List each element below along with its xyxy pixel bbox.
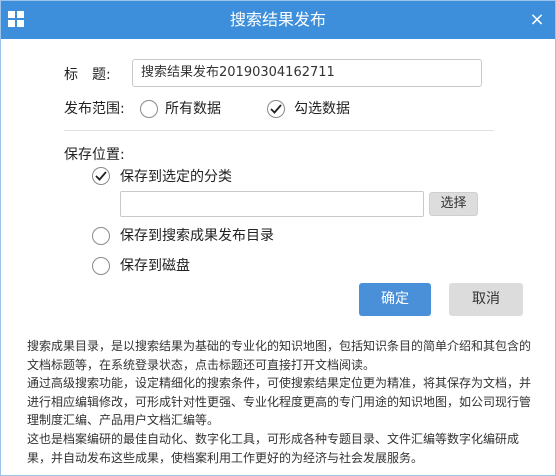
- location-disk-radio[interactable]: [92, 257, 110, 275]
- scope-checked-radio[interactable]: [267, 100, 285, 118]
- location-category-label[interactable]: 保存到选定的分类: [120, 166, 232, 186]
- ok-button[interactable]: 确定: [359, 283, 431, 316]
- category-path-input[interactable]: [120, 191, 424, 217]
- close-icon[interactable]: ×: [527, 10, 547, 30]
- location-disk-label[interactable]: 保存到磁盘: [120, 255, 190, 275]
- cancel-button[interactable]: 取消: [449, 283, 523, 316]
- description-text: 搜索成果目录，是以搜索结果为基础的专业化的知识地图，包括知识条目的简单介绍和其包…: [27, 337, 537, 467]
- publish-search-results-dialog: 搜索结果发布 × 标 题: 搜索结果发布20190304162711 发布范围:…: [0, 0, 556, 476]
- title-label: 标 题:: [64, 67, 111, 83]
- dialog-title: 搜索结果发布: [229, 10, 326, 29]
- description-paragraph: 这也是档案编研的最佳自动化、数字化工具，可形成各种专题目录、文件汇编等数字化编研…: [27, 431, 520, 465]
- location-category-radio[interactable]: [92, 167, 110, 185]
- location-publish-dir-radio[interactable]: [92, 227, 110, 245]
- scope-all-radio[interactable]: [140, 100, 158, 118]
- location-label: 保存位置:: [64, 147, 125, 163]
- description-paragraph: 通过高级搜索功能，设定精细化的搜索条件，可使搜索结果定位更为精准，将其保存为文档…: [27, 376, 532, 428]
- checkmark-icon: [270, 104, 282, 114]
- checkmark-icon: [95, 171, 107, 181]
- dialog-titlebar: 搜索结果发布 ×: [1, 1, 555, 39]
- choose-button[interactable]: 选择: [429, 192, 478, 216]
- divider: [64, 130, 494, 131]
- location-publish-dir-label[interactable]: 保存到搜索成果发布目录: [120, 225, 274, 245]
- description-paragraph: 搜索成果目录，是以搜索结果为基础的专业化的知识地图，包括知识条目的简单介绍和其包…: [27, 339, 532, 372]
- scope-all-label[interactable]: 所有数据: [165, 98, 221, 118]
- title-input[interactable]: 搜索结果发布20190304162711: [132, 59, 482, 87]
- scope-label: 发布范围:: [64, 101, 125, 117]
- scope-checked-label[interactable]: 勾选数据: [294, 98, 350, 118]
